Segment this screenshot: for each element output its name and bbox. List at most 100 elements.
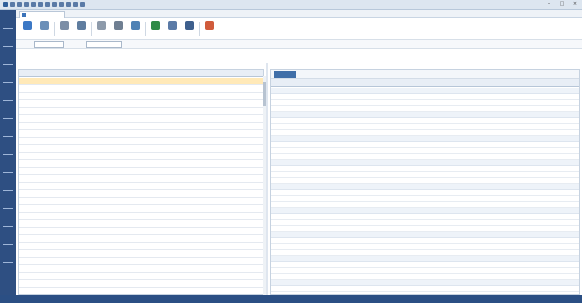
panel-splitter[interactable] bbox=[266, 63, 268, 295]
maximize-button[interactable]: □ bbox=[556, 1, 568, 8]
table-row[interactable] bbox=[19, 93, 263, 100]
close-window-button[interactable]: × bbox=[569, 1, 581, 8]
table-row[interactable] bbox=[19, 288, 263, 294]
toolbar bbox=[16, 18, 582, 40]
nav-item[interactable] bbox=[3, 136, 13, 137]
nav-item[interactable] bbox=[3, 154, 13, 155]
table-row[interactable] bbox=[19, 228, 263, 235]
table-row[interactable] bbox=[19, 258, 263, 265]
filter-bar bbox=[16, 40, 582, 49]
table-row[interactable] bbox=[19, 191, 263, 198]
table-row[interactable] bbox=[19, 213, 263, 220]
table-row[interactable] bbox=[19, 221, 263, 228]
view-selector[interactable] bbox=[274, 71, 296, 78]
settings-icon[interactable] bbox=[80, 2, 85, 7]
edit-button[interactable] bbox=[57, 20, 72, 38]
table-row[interactable] bbox=[19, 131, 263, 138]
preview-button[interactable] bbox=[128, 20, 143, 38]
print-icon[interactable] bbox=[24, 2, 29, 7]
undo-button[interactable] bbox=[74, 20, 89, 38]
nav-item[interactable] bbox=[3, 208, 13, 209]
save-icon[interactable] bbox=[10, 2, 15, 7]
nav-item[interactable] bbox=[3, 82, 13, 83]
tab-active[interactable] bbox=[19, 11, 65, 18]
nav-item[interactable] bbox=[3, 172, 13, 173]
table-row[interactable] bbox=[19, 101, 263, 108]
find-icon[interactable] bbox=[52, 2, 57, 7]
table-row[interactable] bbox=[19, 168, 263, 175]
minimize-button[interactable]: – bbox=[543, 1, 555, 8]
right-grid-header bbox=[271, 79, 579, 87]
nav-item[interactable] bbox=[3, 226, 13, 227]
gear-icon bbox=[168, 21, 177, 30]
nav-item[interactable] bbox=[3, 190, 13, 191]
toolbar-divider bbox=[199, 22, 200, 36]
close-icon bbox=[205, 21, 214, 30]
search-button[interactable] bbox=[20, 20, 35, 38]
export-icon[interactable] bbox=[66, 2, 71, 7]
table-row[interactable] bbox=[19, 236, 263, 243]
table-row[interactable] bbox=[19, 116, 263, 123]
table-row[interactable] bbox=[19, 198, 263, 205]
left-grid-header bbox=[19, 70, 263, 77]
new-icon bbox=[40, 21, 49, 30]
settings-button[interactable] bbox=[165, 20, 180, 38]
nav-item[interactable] bbox=[3, 118, 13, 119]
left-grid bbox=[18, 69, 264, 295]
filter-input-1[interactable] bbox=[34, 41, 64, 48]
nav-item[interactable] bbox=[3, 100, 13, 101]
toolbar-divider bbox=[54, 22, 55, 36]
filter-input-2[interactable] bbox=[86, 41, 122, 48]
help-icon[interactable] bbox=[73, 2, 78, 7]
table-row[interactable] bbox=[19, 183, 263, 190]
table-row[interactable] bbox=[19, 108, 263, 115]
table-row[interactable] bbox=[19, 251, 263, 258]
edit-icon bbox=[60, 21, 69, 30]
nav-item[interactable] bbox=[3, 64, 13, 65]
redo-icon[interactable] bbox=[45, 2, 50, 7]
open-icon[interactable] bbox=[17, 2, 22, 7]
printer-icon bbox=[114, 21, 123, 30]
table-row[interactable] bbox=[19, 123, 263, 130]
export-button[interactable] bbox=[148, 20, 163, 38]
title-bar: – □ × bbox=[0, 0, 582, 10]
document-icon bbox=[22, 13, 26, 17]
table-row[interactable] bbox=[19, 161, 263, 168]
undo-icon[interactable] bbox=[38, 2, 43, 7]
toolbar-divider bbox=[145, 22, 146, 36]
document-tabs bbox=[16, 10, 582, 18]
table-row[interactable] bbox=[19, 273, 263, 280]
preview-icon bbox=[131, 21, 140, 30]
close-button[interactable] bbox=[202, 20, 217, 38]
nav-item[interactable] bbox=[3, 244, 13, 245]
table-row[interactable] bbox=[19, 206, 263, 213]
app-icon bbox=[3, 2, 8, 7]
new-button[interactable] bbox=[37, 20, 52, 38]
left-navigation bbox=[0, 10, 16, 295]
filter-icon[interactable] bbox=[59, 2, 64, 7]
table-row[interactable] bbox=[19, 176, 263, 183]
print-button[interactable] bbox=[111, 20, 126, 38]
table-row[interactable] bbox=[19, 266, 263, 273]
search-icon bbox=[23, 21, 32, 30]
table-row[interactable] bbox=[19, 78, 263, 85]
refresh-icon[interactable] bbox=[31, 2, 36, 7]
table-row[interactable] bbox=[19, 146, 263, 153]
right-grid bbox=[270, 69, 580, 295]
nav-item[interactable] bbox=[3, 262, 13, 263]
nav-item[interactable] bbox=[3, 46, 13, 47]
excel-icon bbox=[151, 21, 160, 30]
table-row[interactable] bbox=[19, 153, 263, 160]
status-bar bbox=[0, 295, 582, 303]
table-row[interactable] bbox=[19, 138, 263, 145]
table-row[interactable] bbox=[19, 86, 263, 93]
nav-item[interactable] bbox=[3, 28, 13, 29]
right-grid-toolbar bbox=[271, 70, 579, 79]
table-row[interactable] bbox=[19, 281, 263, 288]
tools-button[interactable] bbox=[182, 20, 197, 38]
undo-icon bbox=[77, 21, 86, 30]
delete-button[interactable] bbox=[94, 20, 109, 38]
toolbar-divider bbox=[91, 22, 92, 36]
tools-icon bbox=[185, 21, 194, 30]
table-row[interactable] bbox=[19, 243, 263, 250]
